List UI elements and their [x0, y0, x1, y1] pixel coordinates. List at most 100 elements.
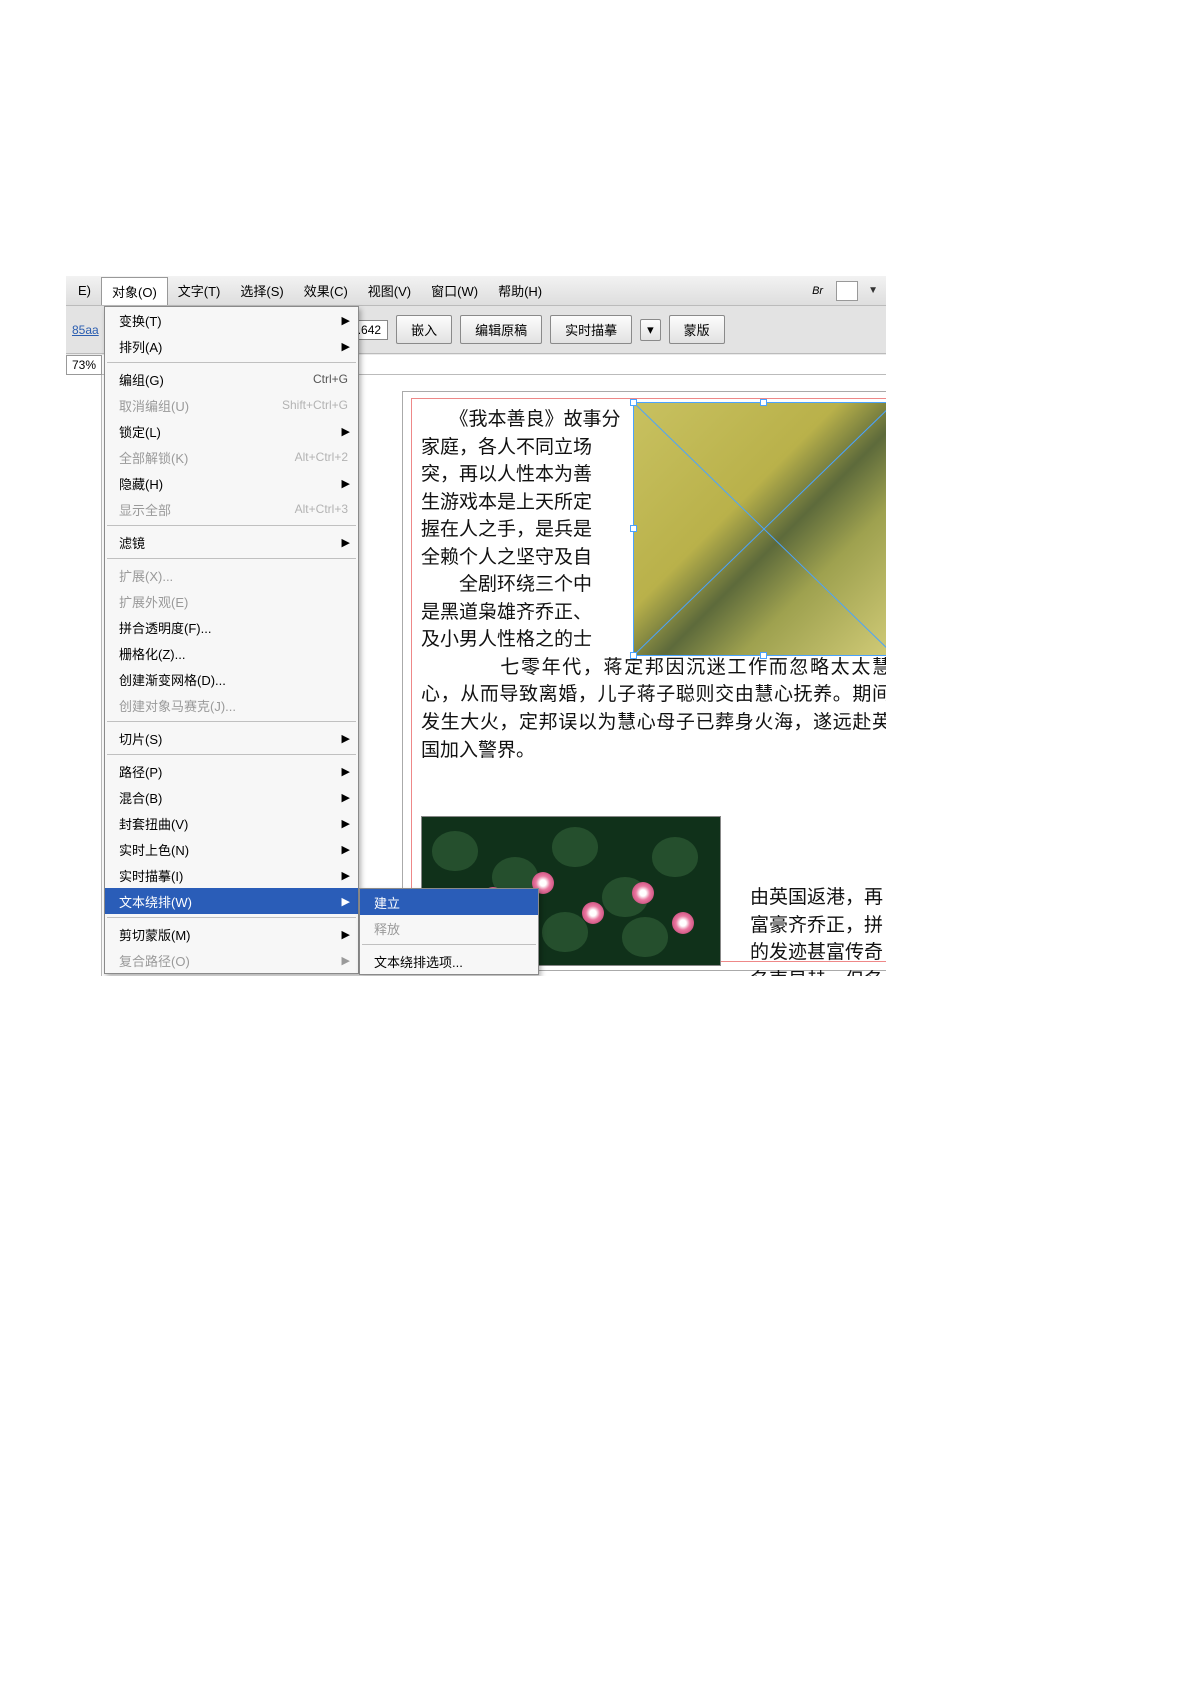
submenu-arrow-icon: ▶ [342, 895, 350, 908]
menu-item[interactable]: 排列(A)▶ [105, 333, 358, 359]
menu-object[interactable]: 对象(O) [101, 277, 168, 305]
menu-item: 取消编组(U) Shift+Ctrl+G [105, 392, 358, 418]
live-trace-dropdown[interactable]: ▾ [640, 319, 661, 341]
menu-item-label: 全部解锁(K) [119, 448, 277, 467]
menu-help[interactable]: 帮助(H) [488, 277, 552, 304]
menu-item-label: 创建渐变网格(D)... [119, 670, 348, 689]
menu-item[interactable]: 路径(P)▶ [105, 758, 358, 784]
zoom-level[interactable]: 73% [66, 355, 102, 375]
bridge-icon[interactable]: Br [809, 285, 826, 297]
menu-item-label: 扩展外观(E) [119, 592, 348, 611]
menu-shortcut: Alt+Ctrl+3 [295, 502, 348, 516]
menu-item[interactable]: 隐藏(H)▶ [105, 470, 358, 496]
mask-button[interactable]: 蒙版 [669, 315, 725, 344]
coord-link[interactable]: 85aa [72, 323, 99, 337]
resize-handle[interactable] [630, 652, 637, 659]
submenu-arrow-icon: ▶ [342, 791, 350, 804]
menu-separator [107, 754, 356, 755]
submenu-arrow-icon: ▶ [342, 765, 350, 778]
app-window: E) 对象(O) 文字(T) 选择(S) 效果(C) 视图(V) 窗口(W) 帮… [66, 276, 886, 976]
menu-item[interactable]: 创建渐变网格(D)... [105, 666, 358, 692]
menu-effect[interactable]: 效果(C) [294, 277, 358, 304]
submenu-arrow-icon: ▶ [342, 928, 350, 941]
menu-item-label: 路径(P) [119, 762, 348, 781]
submenu-item[interactable]: 建立 [360, 889, 538, 915]
menu-view[interactable]: 视图(V) [358, 277, 421, 304]
menu-item[interactable]: 拼合透明度(F)... [105, 614, 358, 640]
menu-item: 复合路径(O)▶ [105, 947, 358, 973]
submenu-item[interactable]: 文本绕排选项... [360, 948, 538, 974]
edit-original-button[interactable]: 编辑原稿 [460, 315, 542, 344]
menu-separator [107, 362, 356, 363]
menu-separator [107, 721, 356, 722]
menu-item-label: 创建对象马赛克(J)... [119, 696, 348, 715]
menu-window[interactable]: 窗口(W) [421, 277, 488, 304]
menu-item-label: 切片(S) [119, 729, 348, 748]
menu-separator [362, 944, 536, 945]
body-text-paragraph: 七零年代，蒋定邦因沉迷工作而忽略太太慧心，从而导致离婚，儿子蒋子聪则交由慧心抚养… [421, 654, 886, 764]
menu-bar: E) 对象(O) 文字(T) 选择(S) 效果(C) 视图(V) 窗口(W) 帮… [66, 276, 886, 306]
resize-handle[interactable] [760, 399, 767, 406]
menu-item-label: 滤镜 [119, 533, 348, 552]
menu-item-label: 隐藏(H) [119, 474, 348, 493]
submenu-arrow-icon: ▶ [342, 869, 350, 882]
menu-item[interactable]: 变换(T)▶ [105, 307, 358, 333]
menu-item-label: 混合(B) [119, 788, 348, 807]
menu-select[interactable]: 选择(S) [230, 277, 293, 304]
menu-item[interactable]: 锁定(L)▶ [105, 418, 358, 444]
submenu-arrow-icon: ▶ [342, 340, 350, 353]
submenu-arrow-icon: ▶ [342, 425, 350, 438]
submenu-arrow-icon: ▶ [342, 477, 350, 490]
menu-item[interactable]: 混合(B)▶ [105, 784, 358, 810]
dropdown-arrow-icon[interactable]: ▼ [868, 285, 878, 296]
menu-type[interactable]: 文字(T) [168, 277, 231, 304]
resize-handle[interactable] [760, 652, 767, 659]
menu-prefix: E) [68, 279, 101, 302]
menu-item[interactable]: 实时上色(N)▶ [105, 836, 358, 862]
arrange-docs-icon[interactable] [836, 281, 858, 301]
menu-item-label: 扩展(X)... [119, 566, 348, 585]
resize-handle[interactable] [630, 525, 637, 532]
menu-item[interactable]: 编组(G) Ctrl+G [105, 366, 358, 392]
menu-item[interactable]: 滤镜▶ [105, 529, 358, 555]
menu-shortcut: Ctrl+G [313, 372, 348, 386]
menu-item[interactable]: 文本绕排(W)▶ [105, 888, 358, 914]
menu-item-label: 文本绕排(W) [119, 892, 348, 911]
menu-item[interactable]: 栅格化(Z)... [105, 640, 358, 666]
placed-image-1[interactable] [633, 402, 886, 656]
object-menu-dropdown: 变换(T)▶排列(A)▶编组(G)Ctrl+G取消编组(U)Shift+Ctrl… [104, 306, 359, 974]
menu-item-label: 编组(G) [119, 370, 295, 389]
menu-item[interactable]: 切片(S)▶ [105, 725, 358, 751]
menu-item[interactable]: 剪切蒙版(M)▶ [105, 921, 358, 947]
menu-item-label: 排列(A) [119, 337, 348, 356]
menu-item-label: 拼合透明度(F)... [119, 618, 348, 637]
menu-item-label: 剪切蒙版(M) [119, 925, 348, 944]
embed-button[interactable]: 嵌入 [396, 315, 452, 344]
menu-item: 扩展(X)... [105, 562, 358, 588]
image-artwork [634, 403, 886, 655]
menu-item: 扩展外观(E) [105, 588, 358, 614]
menu-separator [107, 558, 356, 559]
menu-item: 创建对象马赛克(J)... [105, 692, 358, 718]
menu-item-label: 封套扭曲(V) [119, 814, 348, 833]
menu-item: 显示全部 Alt+Ctrl+3 [105, 496, 358, 522]
menu-item-label: 取消编组(U) [119, 396, 264, 415]
menu-item-label: 实时上色(N) [119, 840, 348, 859]
menu-item-label: 实时描摹(I) [119, 866, 348, 885]
submenu-arrow-icon: ▶ [342, 536, 350, 549]
menu-separator [107, 525, 356, 526]
document-page: 《我本善良》故事分 家庭，各人不同立场 突，再以人性本为善 生游戏本是上天所定 … [402, 391, 886, 971]
text-wrap-submenu: 建立释放文本绕排选项... [359, 888, 539, 975]
menu-item-label: 栅格化(Z)... [119, 644, 348, 663]
menu-item-label: 复合路径(O) [119, 951, 348, 970]
live-trace-button[interactable]: 实时描摹 [550, 315, 632, 344]
menu-item[interactable]: 实时描摹(I)▶ [105, 862, 358, 888]
submenu-item: 释放 [360, 915, 538, 941]
menu-item[interactable]: 封套扭曲(V)▶ [105, 810, 358, 836]
submenu-arrow-icon: ▶ [342, 732, 350, 745]
menu-shortcut: Shift+Ctrl+G [282, 398, 348, 412]
menu-item-label: 显示全部 [119, 500, 277, 519]
resize-handle[interactable] [630, 399, 637, 406]
menu-item: 全部解锁(K)Alt+Ctrl+2 [105, 444, 358, 470]
submenu-arrow-icon: ▶ [342, 817, 350, 830]
